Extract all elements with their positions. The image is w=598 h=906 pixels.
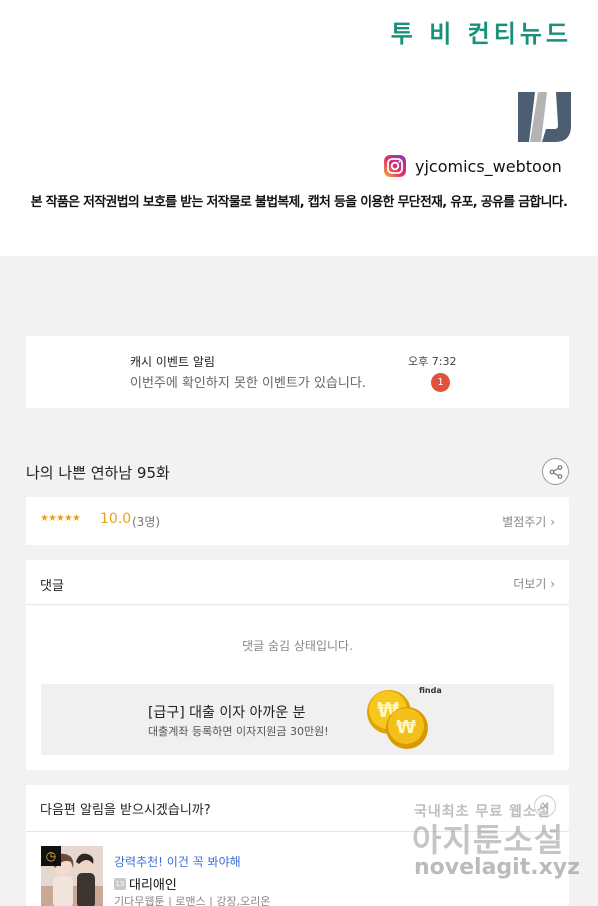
svg-text:₩: ₩ — [396, 717, 416, 738]
alarm-body: 이번주에 확인하지 못한 이벤트가 있습니다. — [130, 376, 366, 391]
rating-score: 10.0 — [100, 511, 132, 527]
rating-card: ★★★★★ 10.0 (3명) 별점주기 › — [26, 497, 569, 545]
watermark: 국내최초 무료 웹소설 아지툰소설 novelagit.xyz — [410, 797, 590, 897]
comments-more-label: 더보기 — [513, 577, 547, 591]
alarm-count-badge: 1 — [431, 373, 450, 392]
copyright-notice: 본 작품은 저작권법의 보호를 받는 저작물로 불법복제, 캡처 등을 이용한 … — [30, 195, 568, 210]
rate-button-label: 별점주기 — [502, 515, 547, 529]
next-alarm-question: 다음편 알림을 받으시겠습니까? — [40, 803, 211, 818]
chevron-right-icon: › — [550, 515, 555, 529]
share-button[interactable] — [542, 458, 569, 485]
rating-stars: ★★★★★ — [40, 513, 81, 524]
ad-title: [급구] 대출 이자 아까운 분 — [148, 705, 306, 721]
episode-end-banner: 투 비 컨티뉴드 yjcomics_webtoon 본 작품은 저작권법의 보호… — [0, 0, 598, 256]
recommend-thumbnail[interactable]: ◷ — [41, 846, 103, 906]
recommend-meta: 기다무웹툰 | 로맨스 | 강장,오리온 — [114, 895, 271, 906]
rating-voter-count: (3명) — [132, 515, 161, 529]
age-rating-badge: 15 — [114, 877, 126, 890]
loan-ad-banner[interactable]: [급구] 대출 이자 아까운 분 대출계좌 등록하면 이자지원금 30만원! ₩… — [41, 684, 554, 755]
instagram-row[interactable]: yjcomics_webtoon — [384, 155, 562, 177]
yj-logo — [518, 92, 571, 142]
instagram-handle: yjcomics_webtoon — [415, 156, 562, 176]
ad-brand: finda — [419, 686, 442, 695]
to-be-continued-text: 투 비 컨티뉴드 — [390, 20, 572, 48]
share-icon — [549, 464, 562, 479]
recommend-headline[interactable]: 강력추천! 이건 꼭 봐야해 — [114, 853, 241, 870]
instagram-icon — [384, 155, 406, 177]
comments-more-link[interactable]: 더보기 › — [513, 575, 555, 592]
comments-hidden-message: 댓글 숨김 상태입니다. — [242, 639, 353, 653]
chevron-right-icon: › — [550, 577, 555, 591]
ad-subtitle: 대출계좌 등록하면 이자지원금 30만원! — [148, 725, 329, 738]
recommend-title: 대리애인 — [129, 878, 177, 893]
rate-button[interactable]: 별점주기 › — [502, 513, 555, 530]
clock-icon: ◷ — [41, 846, 61, 866]
recommend-title-row[interactable]: 15 대리애인 — [114, 874, 177, 893]
alarm-title: 캐시 이벤트 알림 — [130, 355, 215, 369]
coins-icon: ₩ ₩ — [367, 690, 428, 749]
alarm-time: 오후 7:32 — [408, 355, 457, 368]
comments-card: 댓글 더보기 › 댓글 숨김 상태입니다. [급구] 대출 이자 아까운 분 대… — [26, 560, 569, 770]
watermark-line3: novelagit.xyz — [414, 855, 580, 880]
divider — [26, 604, 569, 605]
comments-title: 댓글 — [40, 579, 64, 594]
episode-title: 나의 나쁜 연하남 95화 — [26, 464, 170, 482]
cash-event-alarm[interactable]: 캐시 이벤트 알림 이번주에 확인하지 못한 이벤트가 있습니다. 오후 7:3… — [26, 336, 569, 408]
